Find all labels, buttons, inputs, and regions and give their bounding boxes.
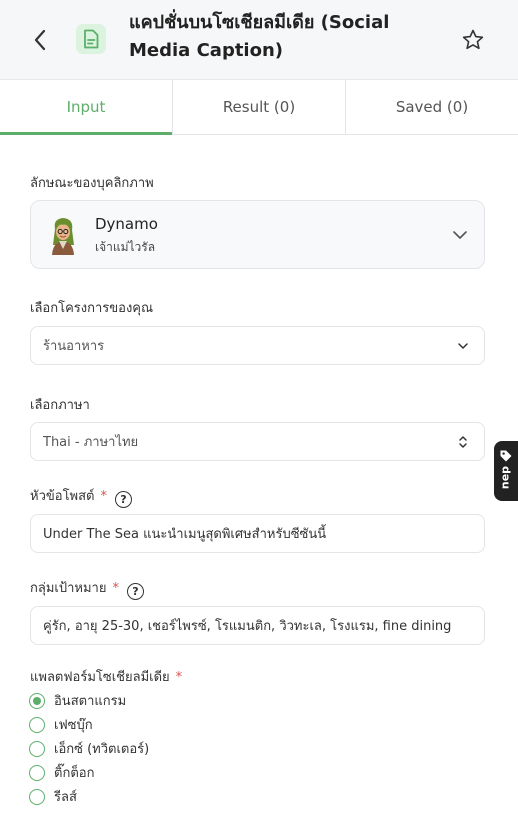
tab-input[interactable]: Input [0,80,173,135]
required-marker: * [112,581,119,596]
radio-label: เอ็กซ์ (ทวิตเตอร์) [54,742,150,757]
help-icon[interactable]: ? [126,583,144,600]
star-outline-icon [462,29,484,50]
radio-label: รีลส์ [54,790,77,805]
radio-label: เฟซบุ๊ก [54,718,93,733]
audience-label: กลุ่มเป้าหมาย *? [30,577,144,600]
persona-name: Dynamo [95,215,158,233]
required-marker: * [100,489,108,504]
chevron-left-icon [34,29,46,51]
audience-label-text: กลุ่มเป้าหมาย [30,581,107,596]
radio-instagram[interactable]: อินสตาแกรม [29,690,126,711]
audience-input[interactable]: คู่รัก, อายุ 25-30, เชอร์ไพรซ์, โรแมนติก… [30,606,485,645]
radio-x-twitter[interactable]: เอ็กซ์ (ทวิตเตอร์) [29,738,149,759]
radio-button[interactable] [29,716,45,733]
audience-value: คู่รัก, อายุ 25-30, เชอร์ไพรซ์, โรแมนติก… [43,619,452,634]
topic-label: หัวข้อโพสต์ *? [30,485,132,508]
topic-input[interactable]: Under The Sea แนะนำเมนูสุดพิเศษสำหรับซีซ… [30,514,485,553]
platform-label: แพลตฟอร์มโซเชียลมีเดีย * [30,666,182,687]
tag-icon [500,450,512,462]
radio-reels[interactable]: รีลส์ [29,786,77,807]
project-value: ร้านอาหาร [43,339,105,354]
project-select[interactable]: ร้านอาหาร [30,326,485,365]
tab-saved[interactable]: Saved (0) [346,80,518,134]
page-title: แคปชั่นบนโซเชียลมีเดีย (Social Media Cap… [129,12,390,61]
header: แคปชั่นบนโซเชียลมีเดีย (Social Media Cap… [0,0,518,80]
side-drawer-tab[interactable]: dəu [494,441,518,501]
radio-button[interactable] [29,764,45,781]
topic-label-text: หัวข้อโพสต์ [30,489,95,504]
tab-bar: Input Result (0) Saved (0) [0,80,518,135]
radio-label: อินสตาแกรม [54,694,127,709]
language-select[interactable]: Thai - ภาษาไทย [30,422,485,461]
help-icon[interactable]: ? [115,491,132,508]
language-value: Thai - ภาษาไทย [43,435,139,450]
persona-avatar [52,218,74,255]
side-drawer-label: dəu [499,466,513,490]
radio-tiktok[interactable]: ติ๊กต็อก [29,762,94,783]
platform-label-text: แพลตฟอร์มโซเชียลมีเดีย [30,670,170,685]
project-label: เลือกโครงการของคุณ [30,301,154,316]
persona-subtitle: เจ้าแม่ไวรัล [95,240,156,254]
required-marker: * [175,670,183,685]
radio-button[interactable] [29,788,45,805]
radio-button[interactable] [29,692,45,709]
tab-result[interactable]: Result (0) [173,80,346,134]
persona-select[interactable]: Dynamo เจ้าแม่ไวรัล [30,200,485,269]
language-label: เลือกภาษา [30,398,90,413]
chevron-down-icon [458,343,468,349]
back-button[interactable] [26,22,54,58]
favorite-button[interactable] [458,25,488,55]
radio-button[interactable] [29,740,45,757]
persona-label: ลักษณะของบุคลิกภาพ [30,176,154,191]
chevron-up-down-icon [459,436,467,448]
document-icon [76,24,106,54]
radio-label: ติ๊กต็อก [54,766,95,781]
topic-value: Under The Sea แนะนำเมนูสุดพิเศษสำหรับซีซ… [43,527,327,542]
chevron-down-icon [453,231,467,239]
radio-facebook[interactable]: เฟซบุ๊ก [29,714,93,735]
